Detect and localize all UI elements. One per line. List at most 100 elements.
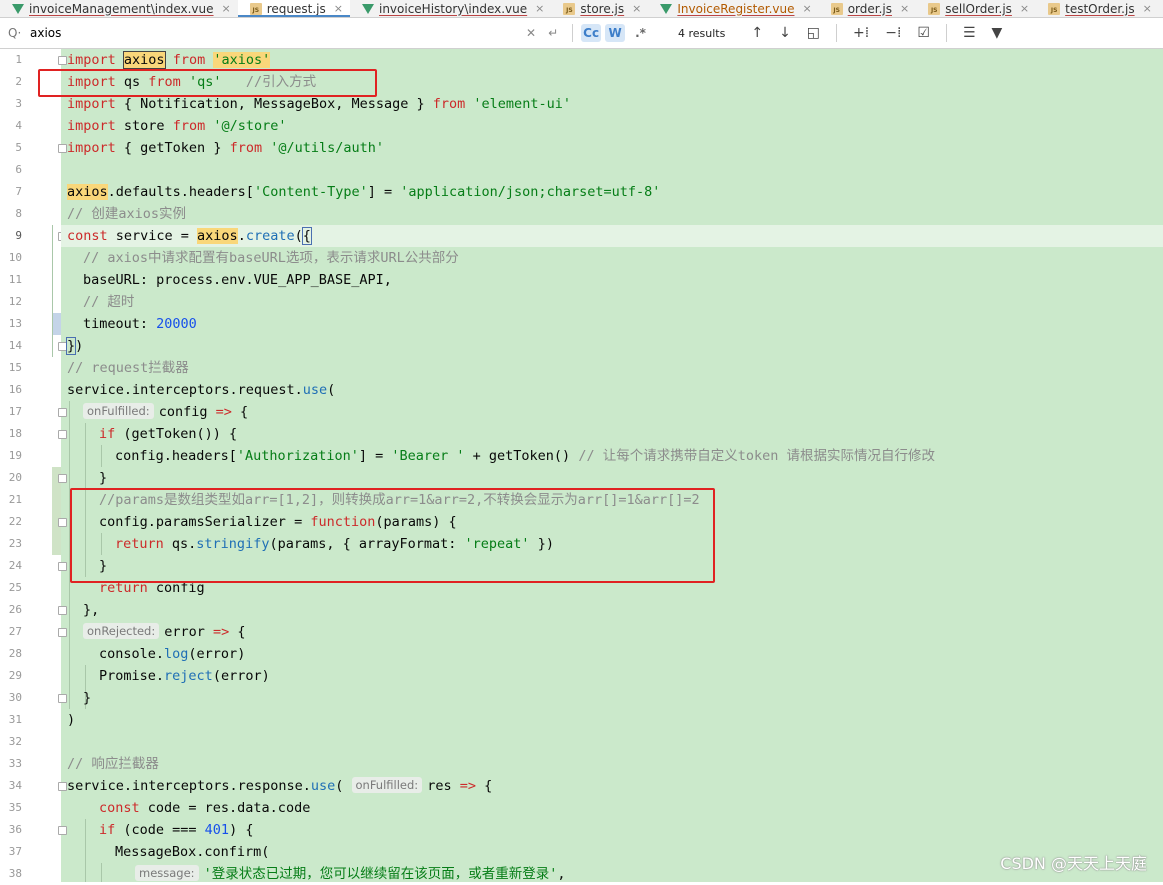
- close-icon[interactable]: ×: [222, 2, 231, 15]
- tab-store-js[interactable]: JS store.js ×: [551, 0, 648, 17]
- remove-occurrence-icon[interactable]: −⁞: [885, 25, 901, 41]
- code-line: 23 return qs.stringify(params, { arrayFo…: [0, 533, 1163, 555]
- code-text: config.paramsSerializer = function(param…: [99, 514, 457, 530]
- select-all-occurrences-icon[interactable]: ☑: [917, 25, 930, 41]
- match-case-toggle[interactable]: Cc: [581, 24, 602, 42]
- line-number: 14: [8, 339, 22, 352]
- line-number: 4: [15, 119, 22, 132]
- new-line-icon[interactable]: ↵: [548, 26, 558, 40]
- watermark: CSDN @天天上天庭: [1000, 854, 1147, 873]
- close-icon[interactable]: ×: [632, 2, 641, 15]
- code-line: 36 if (code === 401) {: [0, 819, 1163, 841]
- tab-invoice-history[interactable]: invoiceHistory\index.vue ×: [350, 0, 551, 17]
- js-file-icon: JS: [830, 2, 843, 15]
- code-text: import { getToken } from '@/utils/auth': [67, 140, 385, 156]
- tab-order-js[interactable]: JS order.js ×: [819, 0, 917, 17]
- filter-icon[interactable]: ▼: [992, 25, 1003, 41]
- tab-sell-order-js[interactable]: JS sellOrder.js ×: [916, 0, 1036, 17]
- arrow-up-icon[interactable]: ↑: [751, 25, 763, 41]
- line-number: 28: [8, 647, 22, 660]
- code-line: 31 ): [0, 709, 1163, 731]
- tab-label: request.js: [266, 1, 326, 16]
- close-icon[interactable]: ×: [535, 2, 544, 15]
- line-number: 7: [15, 185, 22, 198]
- whole-words-toggle[interactable]: W: [605, 24, 626, 42]
- parameter-hint: onRejected:: [83, 623, 160, 639]
- code-line: 5 import { getToken } from '@/utils/auth…: [0, 137, 1163, 159]
- code-line: 26 },: [0, 599, 1163, 621]
- line-number: 36: [8, 823, 22, 836]
- tab-invoice-management[interactable]: invoiceManagement\index.vue ×: [0, 0, 238, 17]
- line-number: 13: [8, 317, 22, 330]
- code-text: // axios中请求配置有baseURL选项，表示请求URL公共部分: [83, 250, 459, 266]
- code-text: config.headers['Authorization'] = 'Beare…: [115, 448, 935, 464]
- line-number: 16: [8, 383, 22, 396]
- code-line: 24 }: [0, 555, 1163, 577]
- code-text: import qs from 'qs' //引入方式: [67, 74, 317, 90]
- search-results-count: 4 results: [677, 26, 726, 40]
- tab-test-order-js[interactable]: JS testOrder.js ×: [1036, 0, 1159, 17]
- line-number: 8: [15, 207, 22, 220]
- tab-label: testOrder.js: [1065, 1, 1135, 16]
- line-number: 32: [8, 735, 22, 748]
- divider: [836, 24, 838, 42]
- regex-toggle[interactable]: .*: [635, 26, 646, 40]
- code-editor[interactable]: 1 import axios from 'axios' 2 import qs …: [0, 49, 1163, 882]
- line-number: 23: [8, 537, 22, 550]
- code-line: 33 // 响应拦截器: [0, 753, 1163, 775]
- close-icon[interactable]: ×: [900, 2, 909, 15]
- find-input[interactable]: [30, 26, 520, 40]
- tab-label: store.js: [580, 1, 625, 16]
- code-line: 19 config.headers['Authorization'] = 'Be…: [0, 445, 1163, 467]
- line-number: 31: [8, 713, 22, 726]
- code-text: }: [99, 470, 108, 486]
- code-text: MessageBox.confirm(: [115, 844, 270, 860]
- code-text: // request拦截器: [67, 360, 189, 376]
- code-text: },: [83, 602, 100, 618]
- open-in-window-icon[interactable]: ◱: [807, 25, 820, 41]
- code-line-current: 9 const service = axios.create({: [0, 225, 1163, 247]
- line-number: 17: [8, 405, 22, 418]
- code-line: 6: [0, 159, 1163, 181]
- code-text: import { Notification, MessageBox, Messa…: [67, 96, 571, 112]
- close-icon[interactable]: ×: [1020, 2, 1029, 15]
- code-text: const service = axios.create({: [67, 227, 312, 245]
- close-icon[interactable]: ×: [802, 2, 811, 15]
- line-number: 10: [8, 251, 22, 264]
- code-line: 1 import axios from 'axios': [0, 49, 1163, 71]
- code-line: 10 // axios中请求配置有baseURL选项，表示请求URL公共部分: [0, 247, 1163, 269]
- code-line: 22 config.paramsSerializer = function(pa…: [0, 511, 1163, 533]
- tab-label: sellOrder.js: [945, 1, 1012, 16]
- line-number: 20: [8, 471, 22, 484]
- tab-invoice-register[interactable]: InvoiceRegister.vue ×: [648, 0, 818, 17]
- code-text: timeout: 20000: [83, 316, 197, 332]
- search-icon[interactable]: Q·: [8, 26, 30, 40]
- line-number: 12: [8, 295, 22, 308]
- code-text: import store from '@/store': [67, 118, 287, 134]
- line-number: 15: [8, 361, 22, 374]
- code-line: 27 onRejected: error => {: [0, 621, 1163, 643]
- code-line: 29 Promise.reject(error): [0, 665, 1163, 687]
- divider: [572, 24, 574, 42]
- tab-label: order.js: [847, 1, 892, 16]
- js-file-icon: JS: [928, 2, 941, 15]
- tab-request-js[interactable]: JS request.js ×: [237, 0, 351, 17]
- filter-options-icon[interactable]: ☰: [963, 25, 976, 41]
- code-line: 28 console.log(error): [0, 643, 1163, 665]
- code-line: 4 import store from '@/store': [0, 115, 1163, 137]
- line-number: 22: [8, 515, 22, 528]
- clear-search-icon[interactable]: ✕: [526, 26, 536, 40]
- code-line: 3 import { Notification, MessageBox, Mes…: [0, 93, 1163, 115]
- code-text: return config: [99, 580, 205, 596]
- code-line: 8 // 创建axios实例: [0, 203, 1163, 225]
- arrow-down-icon[interactable]: ↓: [779, 25, 791, 41]
- add-occurrence-icon[interactable]: +⁞: [853, 25, 869, 41]
- code-text: }: [83, 690, 92, 706]
- line-number: 33: [8, 757, 22, 770]
- vue-file-icon: [660, 3, 673, 14]
- code-text: console.log(error): [99, 646, 246, 662]
- close-icon[interactable]: ×: [334, 2, 343, 15]
- code-text: onFulfilled: config => {: [83, 401, 248, 423]
- code-line: 16 service.interceptors.request.use(: [0, 379, 1163, 401]
- close-icon[interactable]: ×: [1143, 2, 1152, 15]
